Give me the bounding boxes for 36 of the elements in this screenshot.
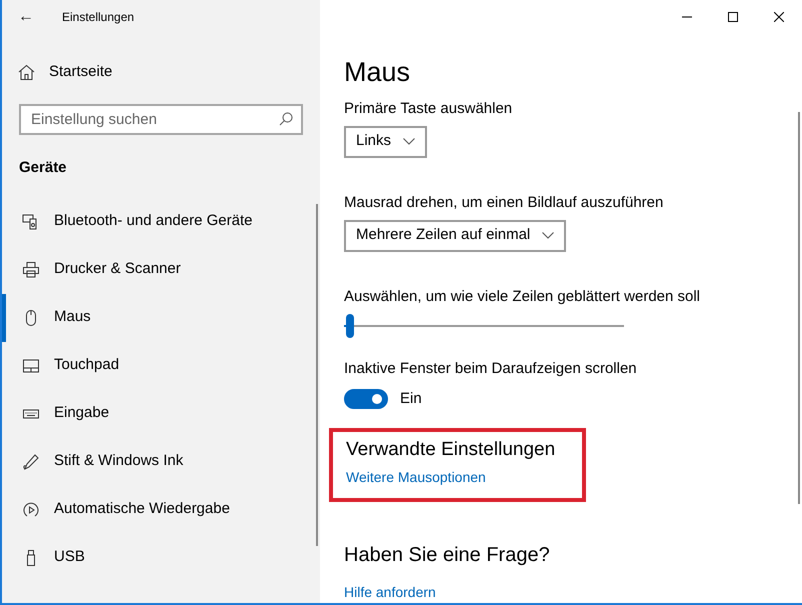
search-field[interactable]: Einstellung suchen: [19, 104, 303, 135]
section-heading: Verwandte Einstellungen: [346, 438, 556, 462]
maximize-icon[interactable]: [728, 12, 738, 22]
toggle-state: Ein: [400, 388, 422, 408]
back-button[interactable]: ←: [18, 5, 34, 29]
page-title: Maus: [344, 56, 412, 88]
window-title: Einstellungen: [62, 9, 134, 26]
setting-label: Primäre Taste auswählen: [344, 98, 514, 118]
setting-label: Auswählen, um wie viele Zeilen geblättert werden soll: [344, 286, 702, 306]
section-heading: Haben Sie eine Frage?: [344, 543, 551, 568]
search-icon: [279, 112, 293, 126]
home-link[interactable]: Startseite: [49, 60, 112, 84]
nav-item[interactable]: Eingabe: [2, 390, 320, 438]
nav-item[interactable]: Drucker & Scanner: [2, 246, 320, 294]
chevron-down-icon: [542, 232, 554, 239]
setting-label: Mausrad drehen, um einen Bildlauf auszuführen: [344, 192, 664, 212]
home-icon: [18, 64, 35, 80]
pen-icon: [22, 452, 40, 470]
close-icon[interactable]: [774, 12, 784, 22]
nav-item[interactable]: Stift & Windows Ink: [2, 438, 320, 486]
autoplay-icon: [22, 500, 40, 518]
dropdown[interactable]: Mehrere Zeilen auf einmal: [344, 220, 566, 252]
nav-item[interactable]: USB: [2, 534, 320, 582]
printer-icon: [22, 260, 40, 278]
setting-label: Inaktive Fenster beim Daraufzeigen scrollen: [344, 358, 638, 378]
more-mouse-options-link[interactable]: Weitere Mausoptionen: [346, 469, 486, 485]
touchpad-icon: [22, 356, 40, 374]
slider-thumb[interactable]: [346, 314, 354, 338]
nav-item[interactable]: Touchpad: [2, 342, 320, 390]
section-heading: Geräte: [18, 158, 68, 178]
chevron-down-icon: [403, 138, 416, 145]
nav-item[interactable]: Bluetooth- und andere Geräte: [2, 198, 320, 246]
toggle-switch[interactable]: [344, 388, 388, 409]
dropdown[interactable]: Links: [344, 126, 428, 158]
nav-item[interactable]: Automatische Wiedergabe: [2, 486, 320, 534]
get-help-link[interactable]: Hilfe anfordern: [344, 582, 802, 603]
